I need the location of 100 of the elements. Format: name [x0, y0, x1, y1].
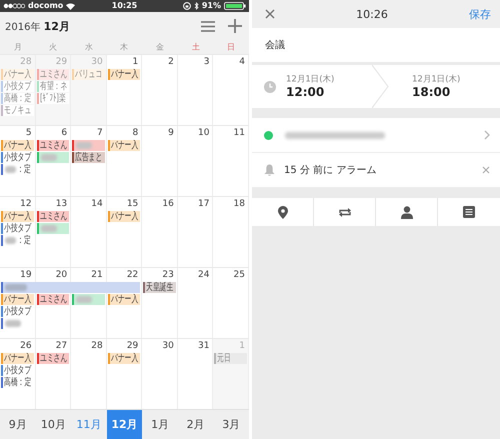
event-bar[interactable]: バナー入 [108, 353, 140, 364]
event-bar[interactable]: バナー入 [1, 294, 34, 306]
battery-icon [224, 2, 246, 10]
event-bar[interactable] [36, 223, 70, 234]
event-bar[interactable]: モノキュ [1, 105, 34, 116]
month-tab[interactable]: 10月 [36, 410, 72, 439]
event-bar[interactable]: バナー入 [108, 294, 140, 306]
event-title: バナー入 [4, 353, 32, 364]
location-pin-icon[interactable] [278, 206, 288, 218]
weekday-label: 木 [120, 42, 128, 53]
alarm-text[interactable]: 15 分 前に アラーム [284, 163, 376, 177]
event-title: バナー入 [110, 140, 138, 152]
start-time[interactable]: 12:00 [286, 84, 372, 100]
event-bar[interactable]: 小技タブ [1, 365, 34, 376]
event-title: 小技タブ [4, 152, 32, 164]
event-title: ユミさん [40, 294, 67, 306]
repeat-icon[interactable] [338, 206, 352, 218]
calendar-title: 2016年 12月 [5, 18, 70, 34]
event-title: 元日 [217, 353, 232, 364]
event-bar[interactable]: 天皇誕生 [143, 282, 176, 294]
event-bar[interactable]: 小技タブ [1, 306, 34, 318]
event-bar[interactable] [72, 294, 105, 306]
event-bar[interactable]: バナー入 [108, 211, 140, 222]
date-number: 22 [126, 269, 140, 282]
event-bar[interactable] [72, 140, 105, 152]
battery-percent: 91% [202, 1, 221, 12]
event-bar[interactable] [1, 282, 140, 294]
event-title: バナー入 [110, 353, 138, 364]
date-number: 4 [239, 56, 246, 70]
date-number: 21 [91, 269, 104, 282]
event-bar[interactable]: ユミさん [36, 294, 70, 306]
event-bar[interactable]: ユミさん [36, 140, 70, 152]
event-bar[interactable]: 小技タブ [1, 223, 34, 234]
note-icon[interactable] [463, 206, 475, 218]
event-title: 小技タブ [4, 365, 32, 376]
event-bar[interactable]: [ｷﾞﾌﾄ]楽 [36, 93, 70, 104]
person-icon[interactable] [400, 206, 412, 218]
date-number: 29 [126, 340, 140, 353]
event-title-field[interactable]: 会議 [265, 38, 285, 52]
date-number: 19 [20, 269, 33, 282]
event-title: バリュコ [75, 69, 102, 80]
date-number: 5 [26, 127, 33, 140]
date-number: 13 [56, 198, 68, 212]
event-title: モノキュ [4, 105, 32, 116]
bell-icon [264, 164, 275, 176]
date-number: 6 [61, 127, 68, 140]
end-time[interactable]: 18:00 [412, 84, 498, 100]
event-bar[interactable] [36, 152, 70, 164]
date-number: 14 [91, 198, 104, 212]
event-bar[interactable]: バナー入 [108, 140, 140, 152]
event-title: バナー入 [110, 211, 138, 222]
date-number: 18 [234, 198, 246, 212]
carrier-name: docomo [28, 1, 64, 12]
date-number: 26 [20, 340, 33, 353]
event-bar[interactable]: 小技タブ [1, 81, 34, 92]
weekday-label: 土 [192, 42, 200, 53]
month-tab[interactable]: 2月 [178, 410, 214, 439]
start-date[interactable]: 12月1日(木) [286, 74, 360, 84]
date-number: 27 [56, 340, 68, 354]
date-number: 30 [91, 56, 104, 70]
month-tab[interactable]: 1月 [142, 410, 178, 439]
event-bar[interactable]: バナー入 [1, 140, 34, 152]
date-number: 3 [204, 56, 210, 70]
event-bar[interactable]: ユミさん [36, 353, 70, 364]
event-title: 小技タブ [4, 81, 32, 92]
end-date[interactable]: 12月1日(木) [412, 74, 486, 84]
date-number: 10 [198, 127, 210, 140]
date-number: 1 [239, 340, 246, 354]
date-number: 28 [20, 56, 33, 69]
weekday-label: 火 [49, 42, 58, 53]
date-number: 11 [234, 127, 246, 140]
date-number: 8 [132, 127, 140, 140]
event-bar[interactable]: バナー入 [108, 69, 140, 80]
event-title: ユミさん [40, 211, 67, 222]
event-title: バナー入 [4, 294, 32, 306]
event-bar[interactable]: ユミさん [36, 211, 70, 222]
event-bar[interactable]: バナー入 [1, 353, 34, 364]
month-tab[interactable]: 12月 [106, 410, 142, 439]
menu-icon[interactable] [201, 20, 215, 32]
month-tab[interactable]: 3月 [213, 410, 249, 439]
signal-icon [3, 3, 25, 10]
event-title: 天皇誕生 [146, 282, 174, 294]
chevron-divider [372, 65, 390, 108]
event-bar[interactable]: 小技タブ [1, 152, 34, 164]
close-icon[interactable] [265, 9, 275, 19]
event-title: バナー入 [4, 69, 32, 80]
event-title: ユミさん [40, 140, 67, 152]
add-icon[interactable] [228, 19, 242, 34]
event-title: [ｷﾞﾌﾄ]楽 [40, 93, 66, 104]
event-title: 小技タブ [4, 306, 32, 318]
lock-rotation-icon [182, 2, 191, 10]
date-number: 25 [234, 269, 246, 282]
close-icon[interactable] [482, 166, 490, 174]
clock-icon [264, 80, 276, 92]
date-number: 20 [56, 269, 68, 282]
date-number: 24 [198, 269, 210, 282]
date-number: 29 [56, 56, 68, 70]
event-title: バナー入 [4, 140, 32, 152]
month-tab[interactable]: 9月 [0, 410, 36, 439]
event-bar[interactable]: バナー入 [1, 211, 34, 222]
